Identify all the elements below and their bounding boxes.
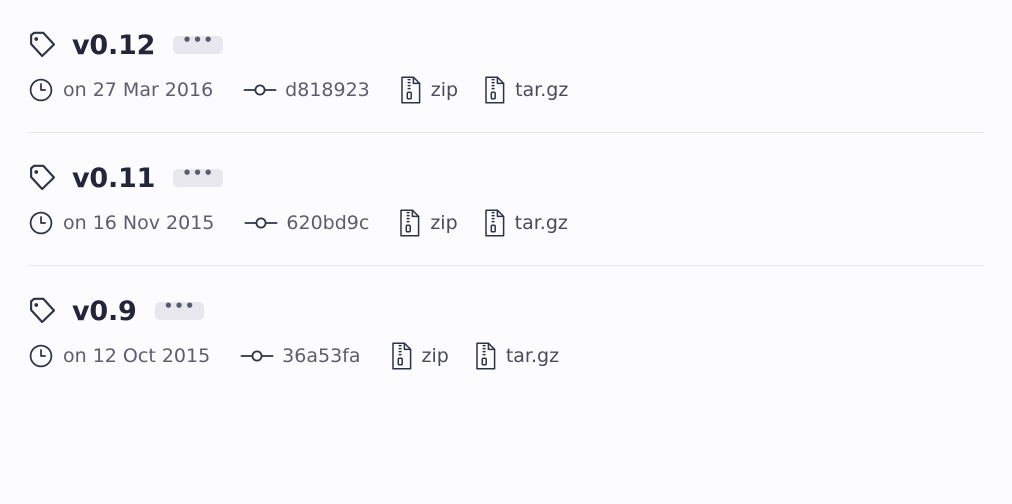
file-zip-icon xyxy=(484,209,506,237)
release-commit-hash[interactable]: 620bd9c xyxy=(286,213,369,233)
file-zip-icon xyxy=(399,209,421,237)
file-zip-icon xyxy=(391,342,413,370)
release-commit[interactable]: 620bd9c xyxy=(244,212,369,234)
download-targz-label[interactable]: tar.gz xyxy=(515,213,568,233)
release-date-text: on 12 Oct 2015 xyxy=(63,344,211,367)
git-commit-icon xyxy=(244,212,278,234)
releases-list: v0.12 ••• on 27 Mar 2016 d818923 zip tar… xyxy=(0,0,1012,398)
release-menu-button[interactable]: ••• xyxy=(173,164,223,187)
release-menu-label: ••• xyxy=(182,164,214,182)
release-item: v0.11 ••• on 16 Nov 2015 620bd9c zip tar… xyxy=(0,133,1012,265)
clock-icon xyxy=(28,210,54,236)
download-zip-link[interactable]: zip xyxy=(400,76,458,104)
release-version[interactable]: v0.9 xyxy=(72,298,137,325)
tag-icon xyxy=(28,30,58,60)
download-targz-link[interactable]: tar.gz xyxy=(484,76,568,104)
release-commit[interactable]: 36a53fa xyxy=(240,345,361,367)
release-commit-hash[interactable]: d818923 xyxy=(285,80,370,100)
release-date: on 12 Oct 2015 xyxy=(28,343,210,369)
git-commit-icon xyxy=(240,345,274,367)
clock-icon xyxy=(28,343,54,369)
clock-icon xyxy=(28,77,54,103)
tag-icon xyxy=(28,163,58,193)
download-zip-label[interactable]: zip xyxy=(431,80,458,100)
release-header: v0.11 ••• xyxy=(28,163,984,193)
download-targz-label[interactable]: tar.gz xyxy=(515,80,568,100)
release-date: on 16 Nov 2015 xyxy=(28,210,214,236)
file-zip-icon xyxy=(475,342,497,370)
download-targz-link[interactable]: tar.gz xyxy=(475,342,559,370)
file-zip-icon xyxy=(484,76,506,104)
release-version[interactable]: v0.11 xyxy=(72,165,155,192)
release-date: on 27 Mar 2016 xyxy=(28,77,213,103)
release-date-text: on 16 Nov 2015 xyxy=(63,211,215,234)
download-zip-link[interactable]: zip xyxy=(391,342,449,370)
release-header: v0.9 ••• xyxy=(28,296,984,326)
release-menu-button[interactable]: ••• xyxy=(173,31,223,54)
release-item: v0.12 ••• on 27 Mar 2016 d818923 zip tar… xyxy=(0,0,1012,132)
download-targz-link[interactable]: tar.gz xyxy=(484,209,568,237)
release-commit[interactable]: d818923 xyxy=(243,79,370,101)
download-zip-link[interactable]: zip xyxy=(399,209,458,237)
file-zip-icon xyxy=(400,76,422,104)
release-meta: on 12 Oct 2015 36a53fa zip tar.gz xyxy=(28,342,984,370)
release-meta: on 16 Nov 2015 620bd9c zip tar.gz xyxy=(28,209,984,237)
download-targz-label[interactable]: tar.gz xyxy=(506,346,559,366)
tag-icon xyxy=(28,296,58,326)
release-meta: on 27 Mar 2016 d818923 zip tar.gz xyxy=(28,76,984,104)
release-commit-hash[interactable]: 36a53fa xyxy=(282,346,360,366)
release-menu-button[interactable]: ••• xyxy=(154,297,205,320)
release-menu-label: ••• xyxy=(182,31,214,49)
release-date-text: on 27 Mar 2016 xyxy=(63,78,214,101)
download-zip-label[interactable]: zip xyxy=(430,213,457,233)
release-version[interactable]: v0.12 xyxy=(72,32,155,59)
release-header: v0.12 ••• xyxy=(28,30,984,60)
git-commit-icon xyxy=(243,79,277,101)
release-menu-label: ••• xyxy=(163,297,196,315)
download-zip-label[interactable]: zip xyxy=(422,346,449,366)
release-item: v0.9 ••• on 12 Oct 2015 36a53fa zip tar.… xyxy=(0,266,1012,398)
